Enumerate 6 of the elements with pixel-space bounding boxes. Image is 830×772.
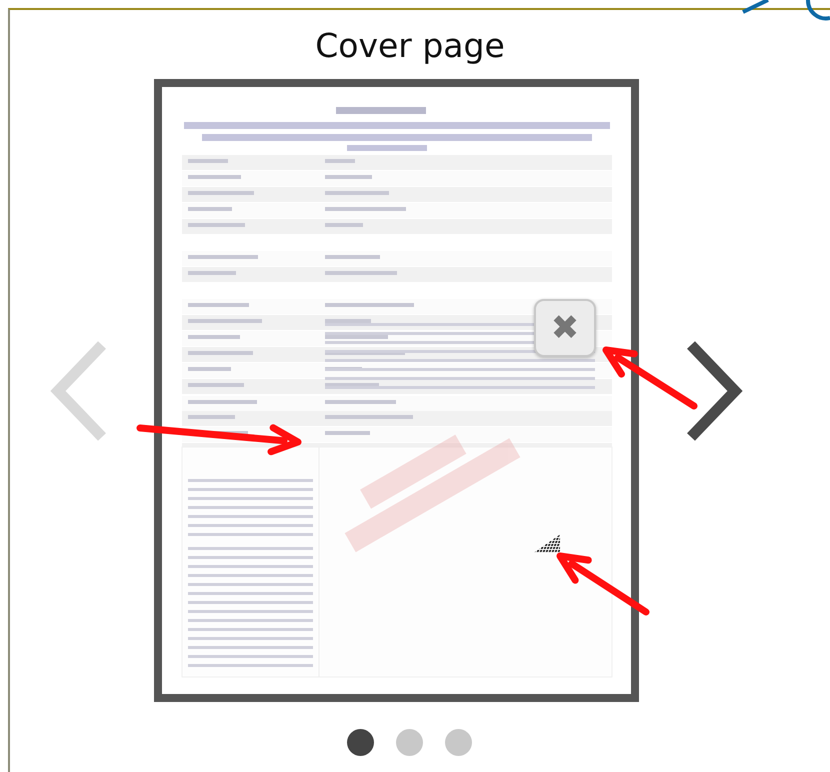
page-dot[interactable] (444, 729, 472, 756)
curve-logo-icon (740, 0, 830, 22)
close-button[interactable]: ✖ (534, 299, 596, 357)
carousel-title: Cover page (315, 25, 505, 67)
page-dot[interactable] (346, 729, 374, 756)
page-dot[interactable] (396, 729, 422, 756)
